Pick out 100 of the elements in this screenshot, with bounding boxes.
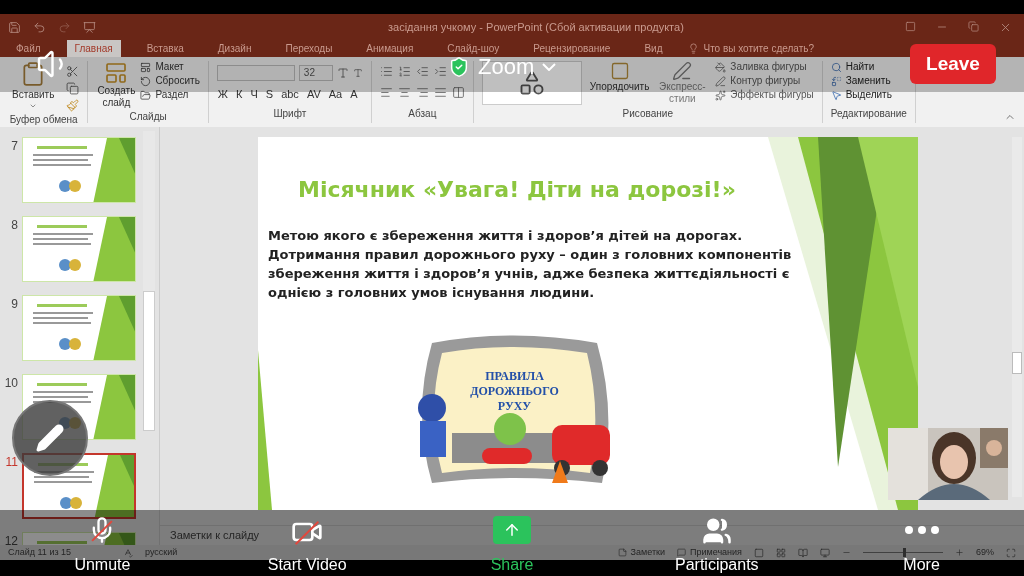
zoom-slider-thumb[interactable]: [903, 548, 906, 557]
slide-sorter-icon: [776, 547, 786, 558]
ribbon-tab[interactable]: Вставка: [138, 40, 192, 57]
cut-icon: [66, 65, 80, 78]
lightbulb-icon: [688, 43, 700, 54]
ribbon-group-label: Буфер обмена: [8, 113, 79, 127]
section-icon: [140, 89, 152, 101]
slide-number: 7: [10, 138, 18, 155]
slide-counter: Слайд 11 из 15: [8, 545, 72, 559]
scrollbar[interactable]: [143, 131, 155, 431]
ribbon-tab[interactable]: Вид: [636, 40, 671, 57]
font-format-button[interactable]: Aa: [327, 88, 344, 101]
copy-icon: [66, 82, 80, 95]
spell-check-icon: [123, 547, 134, 558]
font-format-button[interactable]: Ч: [249, 88, 259, 101]
ribbon-tab[interactable]: Анимация: [358, 40, 422, 57]
illustration-caption: ДОРОЖНЬОГО: [470, 384, 559, 399]
font-grow-icon: [336, 67, 349, 79]
align-left-icon: [379, 86, 393, 99]
slide-number: 9: [10, 296, 18, 313]
bullet-list-icon: [379, 65, 393, 78]
font-format-button[interactable]: К: [235, 88, 244, 101]
new-slide-icon: [104, 61, 129, 85]
font-size-field[interactable]: 32: [298, 65, 333, 81]
replace-icon: [830, 75, 842, 87]
caret-icon: [29, 102, 38, 110]
editing-button[interactable]: Заменить: [830, 75, 907, 87]
note-icon: [617, 548, 627, 557]
leave-button[interactable]: Leave: [910, 44, 996, 84]
quick-styles-button[interactable]: Экспресс-стили: [657, 61, 708, 105]
ribbon-group-label: Шрифт: [272, 107, 308, 121]
font-name-field[interactable]: [216, 65, 295, 81]
illustration-caption: ПРАВИЛА: [485, 369, 544, 384]
scrollbar[interactable]: [1012, 137, 1022, 497]
toolbar-button[interactable]: Share: [490, 510, 534, 576]
fit-to-window-icon: [1006, 547, 1016, 558]
slide-title: Місячник «Увага! Діти на дорозі!»: [298, 176, 736, 204]
slide-body-text: Метою якого є збереження життя і здоров’я дітей на дорогах. Дотримання правил дорожнього руху – один з головних компонентів збереження життя і здоров’я учнів, адже безпека життєдіяльності є однією з головних умов існування людини.: [268, 227, 793, 302]
new-slide-button[interactable]: Создать слайд: [96, 61, 137, 109]
align-right-icon: [415, 86, 429, 99]
font-format-button[interactable]: Ж: [216, 88, 229, 101]
pointer-icon: [830, 89, 842, 101]
font-format-button[interactable]: abc: [280, 88, 300, 101]
arrange-icon: [609, 61, 630, 81]
font-shrink-icon: [352, 68, 363, 78]
slides-menu-button[interactable]: Раздел: [140, 89, 200, 101]
restore-icon: [968, 20, 979, 34]
editing-button[interactable]: Найти: [830, 61, 907, 73]
arrange-button[interactable]: Упорядочить: [589, 61, 650, 93]
ribbon-tab[interactable]: Главная: [66, 40, 121, 57]
ribbon-tab[interactable]: Дизайн: [209, 40, 260, 57]
ribbon-group-label: Абзац: [407, 107, 438, 121]
undo-icon: [33, 20, 46, 34]
slide-number: 11: [4, 454, 18, 471]
toolbar-button[interactable]: Start Video: [267, 510, 347, 576]
ribbon-tab[interactable]: Рецензирование: [525, 40, 619, 57]
quick-styles-icon: [672, 61, 693, 81]
shape-format-button[interactable]: Эффекты фигуры: [715, 89, 814, 101]
pencil-icon: [35, 423, 65, 453]
toolbar-button[interactable]: Unmute: [74, 510, 131, 576]
tell-me-field[interactable]: Что вы хотите сделать?: [688, 40, 814, 57]
save-icon: [8, 20, 21, 34]
align-center-icon: [397, 86, 411, 99]
zoom-in-icon: [955, 548, 964, 557]
slides-menu-button[interactable]: Сбросить: [140, 75, 200, 87]
paste-button[interactable]: Вставить: [8, 61, 59, 110]
ribbon-tab[interactable]: Переходы: [277, 40, 341, 57]
notes-button[interactable]: Заметки: [617, 545, 665, 560]
layout-icon: [140, 61, 152, 73]
pen-icon: [715, 75, 727, 87]
ribbon-tab[interactable]: Слайд-шоу: [439, 40, 508, 57]
ribbon-group-label: Редактирование: [830, 107, 907, 121]
columns-icon: [451, 86, 465, 99]
notes-placeholder[interactable]: Заметки к слайду: [170, 527, 260, 544]
sparkles-icon: [715, 89, 727, 101]
font-format-button[interactable]: S: [264, 88, 275, 101]
window-title: засідання учкому - PowerPoint (Сбой активации продукта): [388, 19, 684, 35]
ribbon-group-label: Рисование: [621, 107, 674, 121]
slideshow-icon: [820, 547, 830, 558]
shape-format-button[interactable]: Контур фигуры: [715, 75, 814, 87]
shape-format-button[interactable]: Заливка фигуры: [715, 61, 814, 73]
editing-button[interactable]: Выделить: [830, 89, 907, 101]
reading-view-icon: [798, 547, 808, 558]
ribbon-tab[interactable]: Файл: [8, 40, 49, 57]
comment-icon: [677, 548, 686, 557]
font-format-button[interactable]: AV: [305, 88, 322, 101]
search-icon: [830, 61, 842, 73]
font-format-button[interactable]: A: [349, 88, 359, 101]
format-painter-icon: [66, 99, 80, 112]
presentation-icon: [83, 20, 96, 34]
slides-menu-button[interactable]: Макет: [140, 61, 200, 73]
caret-icon: [542, 62, 557, 71]
redo-icon: [58, 20, 71, 34]
zoom-percentage[interactable]: 69%: [976, 545, 994, 560]
reset-icon: [140, 75, 152, 87]
paint-bucket-icon: [715, 61, 727, 73]
illustration-caption: РУХУ: [497, 399, 532, 414]
slide-number: 10: [4, 375, 18, 392]
toolbar-button[interactable]: More: [903, 510, 940, 576]
language-label: русский: [145, 545, 178, 559]
